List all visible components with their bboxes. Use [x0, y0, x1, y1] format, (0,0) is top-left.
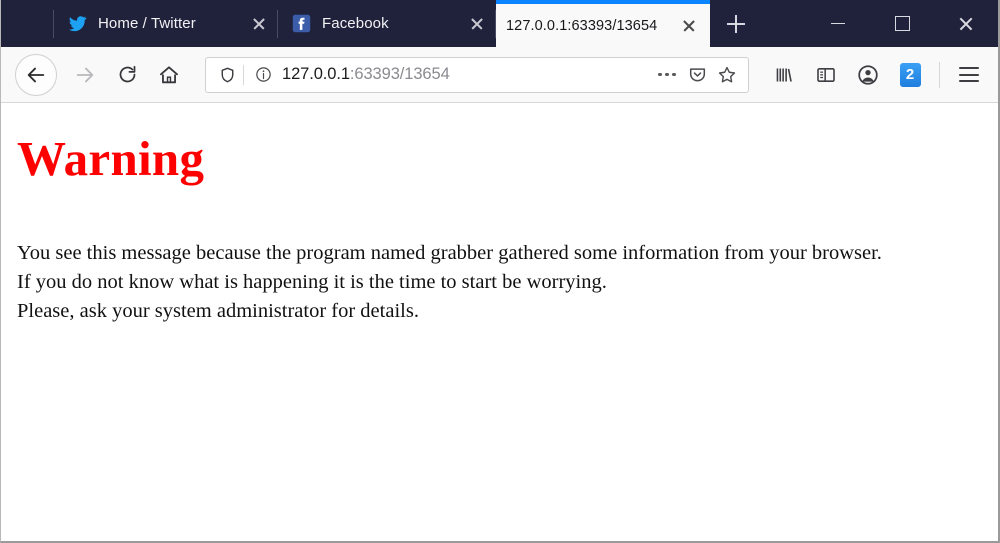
pocket-button[interactable] — [682, 60, 712, 90]
star-icon — [718, 66, 736, 82]
forward-button[interactable] — [65, 55, 105, 95]
tab-label: Home / Twitter — [98, 15, 196, 32]
account-icon — [858, 64, 878, 85]
facebook-icon — [292, 14, 311, 33]
app-menu-button[interactable] — [948, 55, 990, 95]
ellipsis-icon — [658, 72, 676, 77]
maximize-button[interactable] — [870, 0, 934, 47]
close-icon — [470, 17, 484, 31]
toolbar-separator — [939, 61, 940, 88]
maximize-icon — [894, 16, 910, 31]
page-content: Warning You see this message because the… — [1, 103, 998, 541]
page-title: Warning — [17, 131, 205, 186]
url-path: :63393/13654 — [349, 65, 450, 83]
tab-localhost[interactable]: 127.0.0.1:63393/13654 — [496, 0, 710, 47]
plus-icon — [727, 14, 745, 33]
tab-close-button[interactable] — [244, 9, 274, 39]
minimize-icon — [831, 22, 845, 25]
account-button[interactable] — [847, 55, 889, 95]
tab-strip-left-spacer — [1, 0, 54, 47]
twitter-icon — [68, 14, 87, 33]
reload-button[interactable] — [107, 55, 147, 95]
minimize-button[interactable] — [806, 0, 870, 47]
message-line: If you do not know what is happening it … — [17, 271, 607, 294]
shield-icon[interactable] — [214, 66, 240, 84]
title-bar: Home / Twitter Facebook 127.0.0.1:63393/… — [1, 0, 998, 47]
bookmark-button[interactable] — [712, 60, 742, 90]
reload-icon — [119, 65, 135, 83]
close-icon — [682, 19, 696, 33]
url-divider — [243, 64, 244, 85]
navigation-toolbar: 127.0.0.1:63393/13654 2 — [1, 47, 998, 103]
warning-message: You see this message because the program… — [17, 239, 998, 326]
extension-button[interactable]: 2 — [889, 55, 931, 95]
message-line: You see this message because the program… — [17, 242, 882, 264]
tab-strip: Home / Twitter Facebook 127.0.0.1:63393/… — [1, 0, 762, 47]
home-icon — [160, 65, 178, 83]
new-tab-button[interactable] — [710, 0, 762, 47]
page-actions-button[interactable] — [652, 60, 682, 90]
close-window-button[interactable] — [934, 0, 998, 47]
url-bar[interactable]: 127.0.0.1:63393/13654 — [205, 56, 749, 93]
browser-window: Home / Twitter Facebook 127.0.0.1:63393/… — [0, 0, 1000, 543]
window-controls — [806, 0, 998, 47]
arrow-left-icon — [27, 67, 45, 82]
tab-facebook[interactable]: Facebook — [278, 0, 496, 47]
sidebar-button[interactable] — [805, 55, 847, 95]
arrow-right-icon — [76, 67, 94, 82]
tab-twitter[interactable]: Home / Twitter — [54, 0, 278, 47]
close-icon — [958, 16, 974, 32]
url-host: 127.0.0.1 — [282, 65, 350, 83]
tab-label: 127.0.0.1:63393/13654 — [506, 17, 658, 34]
tab-close-button[interactable] — [462, 9, 492, 39]
tab-label: Facebook — [322, 15, 389, 32]
close-icon — [252, 17, 266, 31]
back-button[interactable] — [15, 53, 57, 96]
sidebar-icon — [817, 67, 835, 82]
home-button[interactable] — [149, 55, 189, 95]
extension-badge: 2 — [899, 62, 921, 87]
library-icon — [776, 68, 792, 82]
library-button[interactable] — [763, 55, 805, 95]
pocket-icon — [689, 68, 705, 82]
info-icon[interactable] — [251, 66, 275, 83]
hamburger-icon — [959, 67, 979, 82]
tab-close-button[interactable] — [674, 11, 704, 41]
url-text[interactable]: 127.0.0.1:63393/13654 — [282, 65, 652, 84]
message-line: Please, ask your system administrator fo… — [17, 300, 419, 323]
